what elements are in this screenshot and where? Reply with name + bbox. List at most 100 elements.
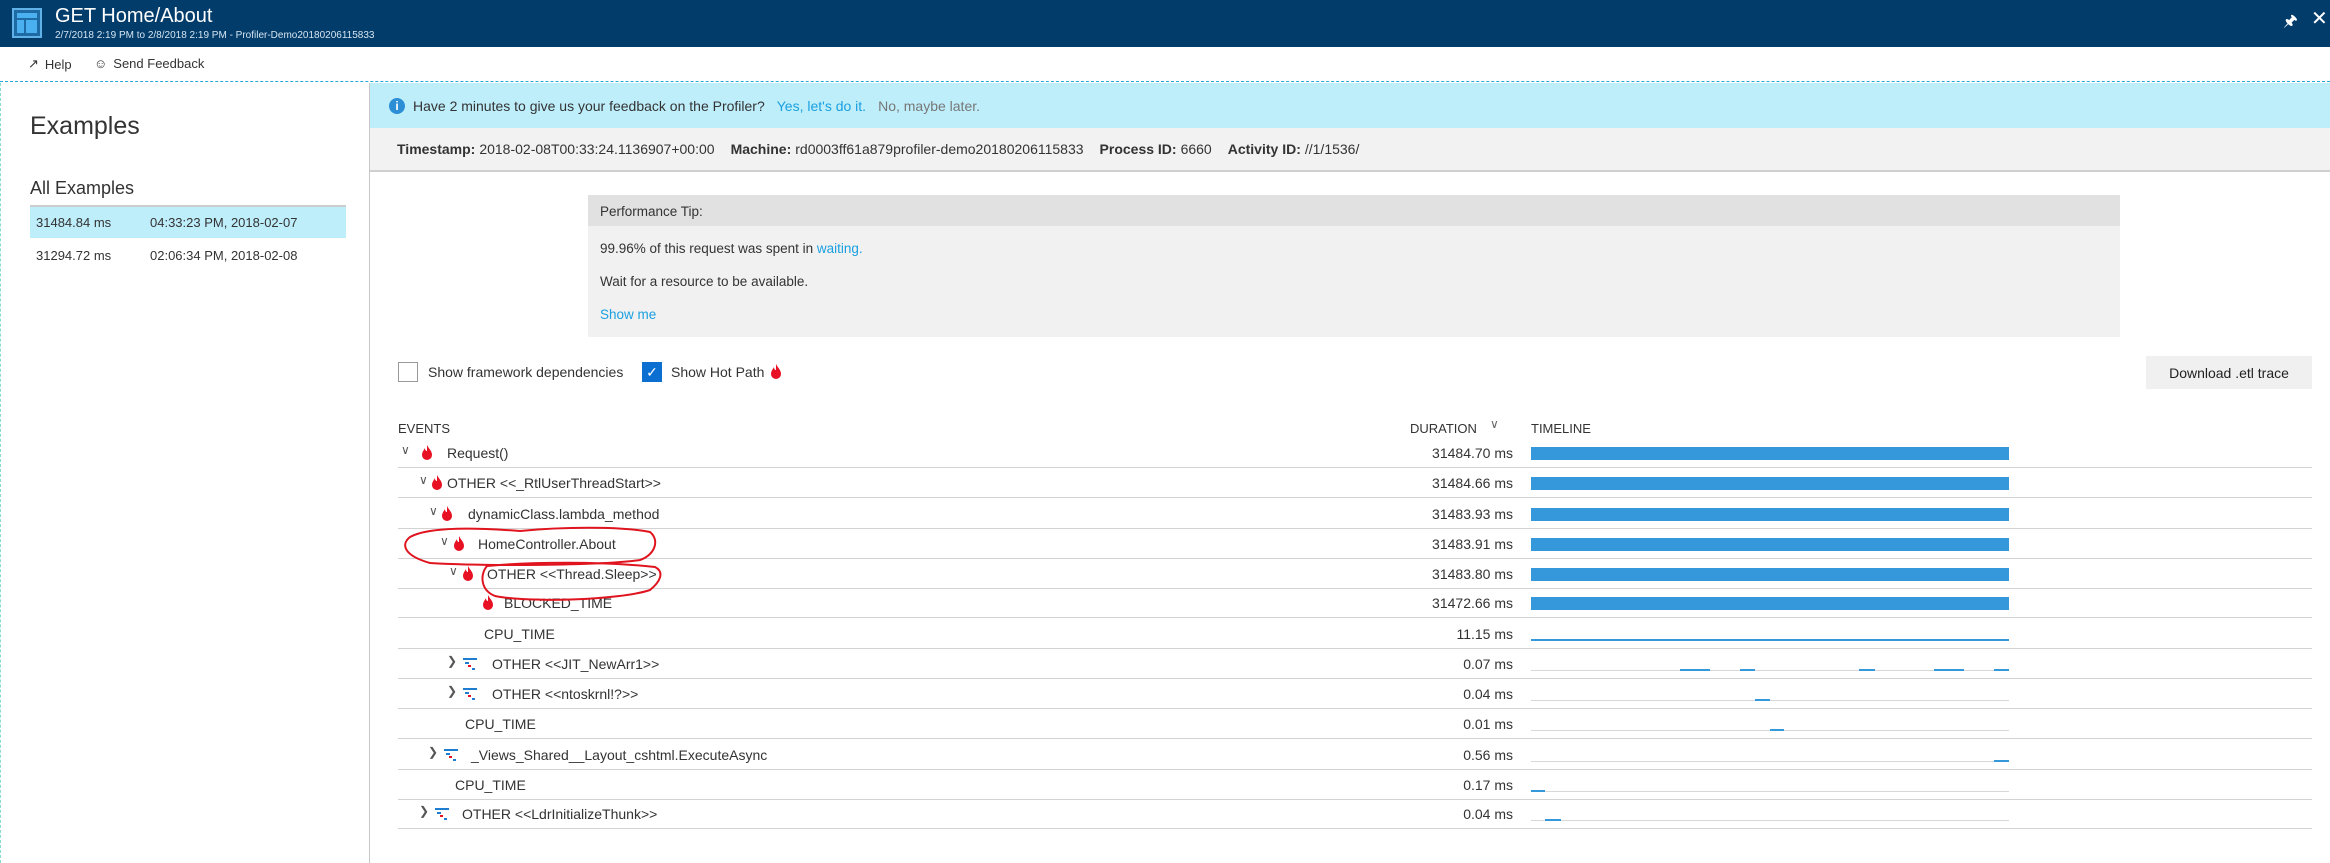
event-row[interactable]: ∨ HomeController.About 31483.91 ms [398,529,2312,559]
event-duration: 31484.70 ms [1432,445,1513,461]
examples-title: Examples [30,112,140,140]
page-subtitle: 2/7/2018 2:19 PM to 2/8/2018 2:19 PM - P… [55,30,375,41]
event-name: HomeController.About [478,536,616,552]
timeline-bar [1531,639,2009,641]
machine-label: Machine: [730,141,792,157]
event-name: BLOCKED_TIME [504,595,613,611]
timeline-bar [1531,508,2009,521]
event-row[interactable]: ∨ Request() 31484.70 ms [398,438,2312,468]
timeline-bar [1531,447,2009,460]
framework-dependencies-checkbox[interactable] [398,362,418,382]
event-name: OTHER <<JIT_NewArr1>> [492,656,660,672]
event-name: CPU_TIME [484,626,555,642]
event-name: Request() [447,445,509,461]
timeline-bar [1545,819,1561,821]
timeline-track [1531,820,2009,821]
chevron-right-icon[interactable]: ❯ [447,654,457,668]
download-etl-button[interactable]: Download .etl trace [2146,356,2312,389]
timeline-track [1531,700,2009,701]
hot-path-label: Show Hot Path [671,364,765,380]
help-label: Help [44,56,72,72]
app-icon [12,8,42,38]
chevron-down-icon[interactable]: ∨ [401,443,410,457]
event-duration: 31483.93 ms [1432,506,1513,522]
event-duration: 0.07 ms [1463,656,1513,672]
event-row[interactable]: ❯ _Views_Shared__Layout_cshtml.ExecuteAsy… [398,740,2312,770]
flame-icon [483,595,493,615]
timeline-bar [1680,669,1711,671]
event-name: CPU_TIME [465,716,536,732]
timeline-bar [1531,568,2009,581]
send-feedback-label: Send Feedback [113,56,205,71]
event-row[interactable]: ❯ OTHER <<LdrInitializeThunk>> 0.04 ms [398,799,2312,829]
timeline-track [1531,761,2009,762]
chevron-down-icon[interactable]: ∨ [419,473,428,487]
waiting-link[interactable]: waiting. [817,241,863,256]
events-header: EVENTS [398,421,451,436]
timeline-bar [1531,790,1546,792]
flame-icon [442,506,452,526]
timeline-track [1531,791,2009,792]
chevron-down-icon[interactable]: ∨ [449,564,458,578]
event-duration: 31472.66 ms [1432,595,1513,611]
activity-id-value: //1/1536/ [1304,141,1360,157]
feedback-yes-link[interactable]: Yes, let's do it. [777,98,866,114]
event-duration: 0.17 ms [1463,777,1513,793]
timeline-bar [1933,669,1965,671]
timeline-bar [1993,760,2009,762]
example-time: 04:33:23 PM, 2018-02-07 [150,215,298,230]
example-row[interactable]: 31484.84 ms 04:33:23 PM, 2018-02-07 [30,205,346,238]
timestamp-value: 2018-02-08T00:33:24.1136907+00:00 [479,141,715,157]
event-row[interactable]: ❯ OTHER <<ntoskrnl!?>> 0.04 ms [398,679,2312,709]
send-feedback-button[interactable]: ☺ Send Feedback [94,56,204,71]
info-icon: i [389,97,405,114]
event-row[interactable]: ∨ dynamicClass.lambda_method 31483.93 ms [398,499,2312,529]
event-row[interactable]: CPU_TIME 0.17 ms [398,770,2312,800]
chevron-right-icon[interactable]: ❯ [428,745,438,759]
pin-icon[interactable]: 🖈 [2283,10,2298,37]
flame-icon [463,566,473,586]
chevron-right-icon[interactable]: ❯ [447,684,457,698]
event-name: _Views_Shared__Layout_cshtml.ExecuteAsyn… [471,747,768,763]
feedback-text: Have 2 minutes to give us your feedback … [413,97,765,114]
timeline-bar [1531,597,2009,610]
event-row[interactable]: BLOCKED_TIME 31472.66 ms [398,588,2312,618]
sort-chevron-down-icon[interactable]: ∨ [1490,417,1499,431]
process-id-label: Process ID: [1099,141,1177,157]
event-row[interactable]: CPU_TIME 0.01 ms [398,709,2312,739]
request-info-bar: Timestamp: 2018-02-08T00:33:24.1136907+00… [370,128,2330,172]
example-duration: 31484.84 ms [36,215,112,230]
timeline-bar [1770,729,1785,731]
show-me-link[interactable]: Show me [600,307,656,322]
event-row[interactable]: ❯ OTHER <<JIT_NewArr1>> 0.07 ms [398,649,2312,679]
chevron-down-icon[interactable]: ∨ [429,504,438,518]
event-row[interactable]: CPU_TIME 11.15 ms [398,619,2312,649]
hot-path-checkbox[interactable]: ✓ [642,362,662,382]
duration-header[interactable]: DURATION [1410,421,1477,436]
timeline-bar [1859,669,1875,671]
event-duration: 11.15 ms [1456,626,1513,642]
example-row[interactable]: 31294.72 ms 02:06:34 PM, 2018-02-08 [30,239,346,272]
feedback-no-link[interactable]: No, maybe later. [878,98,980,114]
event-name: CPU_TIME [455,777,526,793]
tip-line-1: 99.96% of this request was spent in wait… [600,241,863,256]
help-button[interactable]: ↗ Help [28,56,72,72]
event-row[interactable]: ∨ OTHER <<Thread.Sleep>> 31483.80 ms [398,559,2312,589]
event-name: OTHER <<Thread.Sleep>> [487,566,657,582]
event-name: OTHER <<ntoskrnl!?>> [492,686,639,702]
event-duration: 0.04 ms [1463,686,1513,702]
call-tree-icon [463,657,477,676]
event-duration: 31483.80 ms [1432,566,1513,582]
event-row[interactable]: ∨ OTHER <<_RtlUserThreadStart>> 31484.66 m… [398,468,2312,498]
close-icon[interactable]: ✕ [2311,6,2328,31]
performance-tip: Performance Tip: 99.96% of this request … [588,195,2120,337]
chevron-right-icon[interactable]: ❯ [419,804,429,818]
timeline-header: TIMELINE [1531,421,1591,436]
toolbar [0,47,2330,82]
tip-text: 99.96% of this request was spent in [600,241,814,256]
external-link-icon: ↗ [28,56,39,71]
call-tree-icon [444,748,458,767]
chevron-down-icon[interactable]: ∨ [440,534,449,548]
event-name: OTHER <<LdrInitializeThunk>> [462,806,658,822]
feedback-banner: i Have 2 minutes to give us your feedbac… [370,83,2330,128]
